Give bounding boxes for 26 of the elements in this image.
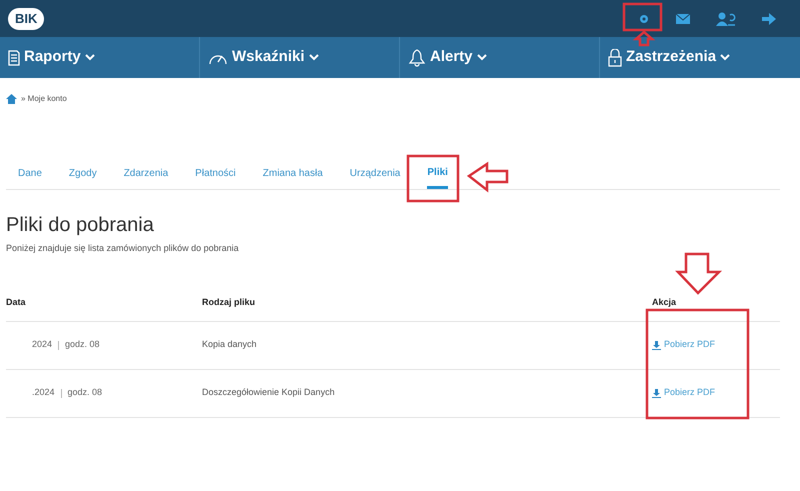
time-text: godz. 08 [65,338,100,352]
table-cell-text: Kopia danych [202,338,258,352]
nav-menu-item[interactable]: Wskaźniki [232,46,305,69]
tab[interactable]: Zdarzenia [124,166,168,189]
download-pdf-link[interactable]: Pobierz PDF [652,386,780,400]
column-header: Data [6,296,27,308]
tab[interactable]: Zgody [68,166,97,189]
date-text: 2024 [32,338,52,352]
logo[interactable]: BIK [8,8,44,30]
table-cell-text: Doszczegółowienie Kopii Danych [202,386,336,400]
nav-menu-item[interactable]: Alerty [430,46,473,69]
page-description: Poniżej znajduje się lista zamówionych plików do pobrania [6,242,240,255]
column-header: Rodzaj pliku [202,296,256,309]
date-text: .2024 [32,386,55,400]
tab[interactable]: Urządzenia [350,166,400,189]
tab[interactable]: Zmiana hasła [262,166,323,189]
nav-menu-item[interactable]: Zastrzeżenia [626,46,716,69]
page-title: Pliki do pobrania [6,213,155,238]
breadcrumb-link[interactable]: » Moje konto [21,93,67,105]
nav-menu-item[interactable]: Raporty [24,46,81,69]
tab[interactable]: Pliki [427,165,448,189]
tab[interactable]: Płatności [195,166,236,189]
download-pdf-link[interactable]: Pobierz PDF [652,338,780,352]
tab[interactable]: Dane [18,166,42,189]
column-header: Akcja [652,296,678,309]
time-text: godz. 08 [68,386,102,400]
